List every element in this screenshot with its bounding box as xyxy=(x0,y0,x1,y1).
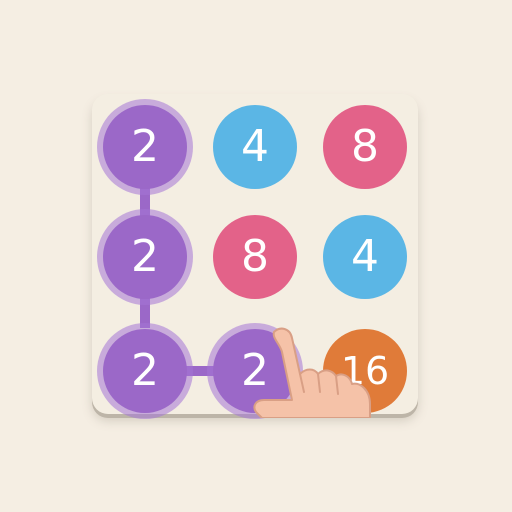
tile-value: 2 xyxy=(131,345,159,396)
number-tile-r0c1[interactable]: 4 xyxy=(213,105,297,189)
tile-value: 8 xyxy=(241,231,269,282)
pointing-hand-icon xyxy=(253,327,371,418)
game-canvas: 2 4 8 2 8 4 2 2 16 xyxy=(0,0,512,512)
connector-2-0-to-2-1 xyxy=(184,366,216,376)
tile-value: 8 xyxy=(351,121,379,172)
connector-1-0-to-2-0 xyxy=(140,298,150,328)
number-tile-r0c0[interactable]: 2 xyxy=(103,105,187,189)
number-tile-r1c2[interactable]: 4 xyxy=(323,215,407,299)
number-tile-r1c0[interactable]: 2 xyxy=(103,215,187,299)
tile-value: 4 xyxy=(351,231,379,282)
number-tile-r2c0[interactable]: 2 xyxy=(103,329,187,413)
tile-value: 4 xyxy=(241,121,269,172)
number-tile-r1c1[interactable]: 8 xyxy=(213,215,297,299)
tile-value: 2 xyxy=(131,121,159,172)
number-tile-r0c2[interactable]: 8 xyxy=(323,105,407,189)
tile-value: 2 xyxy=(131,231,159,282)
connector-0-0-to-1-0 xyxy=(140,188,150,218)
